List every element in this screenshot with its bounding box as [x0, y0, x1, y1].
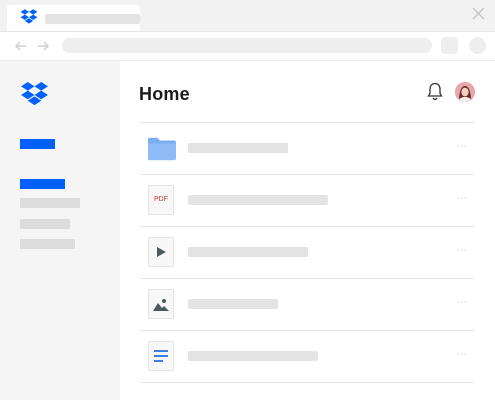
list-item[interactable]: ···	[140, 330, 475, 383]
dropbox-logo-icon	[20, 9, 38, 24]
forward-arrow-icon[interactable]	[36, 39, 50, 53]
sidebar-item-all-files[interactable]	[20, 179, 65, 189]
more-options-button[interactable]: ···	[449, 348, 468, 362]
user-avatar-icon	[455, 82, 475, 102]
tab-title-placeholder	[45, 14, 140, 24]
file-name-placeholder	[188, 247, 308, 257]
image-file-icon	[148, 289, 176, 319]
back-arrow-icon[interactable]	[14, 39, 28, 53]
play-icon	[157, 247, 166, 257]
file-list: ··· PDF ··· ··· ··· ···	[140, 122, 475, 383]
dropbox-logo-icon[interactable]	[20, 82, 49, 107]
text-lines-icon	[154, 350, 168, 362]
video-file-icon	[148, 237, 176, 267]
file-name-placeholder	[188, 143, 288, 153]
browser-nav-bar	[0, 32, 495, 61]
profile-button[interactable]	[469, 37, 486, 54]
sidebar-item[interactable]	[20, 198, 80, 208]
browser-tab[interactable]	[7, 5, 140, 31]
address-bar[interactable]	[62, 38, 432, 53]
list-item[interactable]: ···	[140, 122, 475, 174]
close-icon[interactable]	[472, 7, 485, 20]
list-item[interactable]: ···	[140, 278, 475, 330]
pdf-badge: PDF	[154, 196, 168, 203]
main-content: Home ··· PDF ··· ··· ··· ···	[120, 61, 495, 400]
sidebar-item[interactable]	[20, 239, 75, 249]
pdf-file-icon: PDF	[148, 185, 176, 215]
more-options-button[interactable]: ···	[449, 296, 468, 310]
document-file-icon	[148, 341, 176, 371]
list-item[interactable]: PDF ···	[140, 174, 475, 226]
sidebar	[0, 61, 120, 400]
page-title: Home	[139, 84, 190, 104]
extension-button[interactable]	[441, 37, 458, 54]
avatar[interactable]	[455, 82, 475, 102]
sidebar-item[interactable]	[20, 219, 70, 229]
mountain-icon	[153, 299, 169, 311]
sidebar-item-home[interactable]	[20, 139, 55, 149]
bell-icon[interactable]	[427, 82, 443, 101]
browser-tab-bar	[0, 0, 495, 32]
list-item[interactable]: ···	[140, 226, 475, 278]
more-options-button[interactable]: ···	[449, 192, 468, 206]
folder-icon	[148, 137, 176, 161]
more-options-button[interactable]: ···	[449, 140, 468, 154]
file-name-placeholder	[188, 351, 318, 361]
file-name-placeholder	[188, 299, 278, 309]
file-name-placeholder	[188, 195, 328, 205]
more-options-button[interactable]: ···	[449, 244, 468, 258]
